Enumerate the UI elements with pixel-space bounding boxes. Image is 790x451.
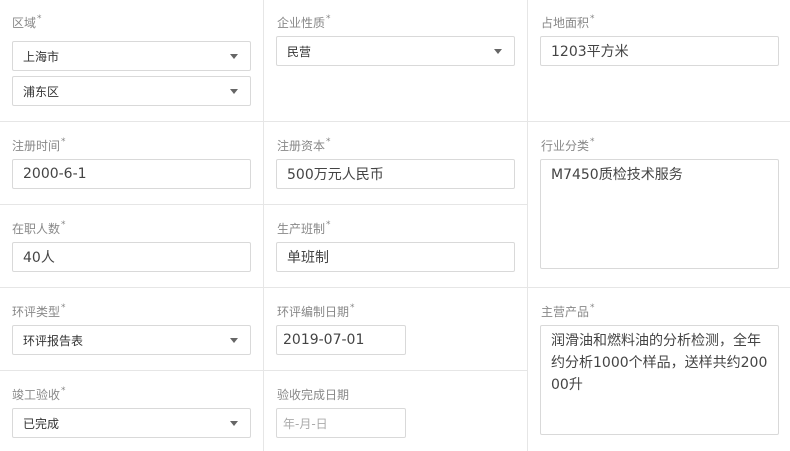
required-mark: * xyxy=(326,220,331,230)
registered-capital-value: 500万元人民币 xyxy=(287,167,384,183)
required-mark: * xyxy=(326,14,331,24)
employees-value: 40人 xyxy=(23,250,55,266)
eia-date-label: 环评编制日期* xyxy=(277,303,355,320)
registration-date-label: 注册时间* xyxy=(12,137,66,154)
chevron-down-icon xyxy=(230,338,238,343)
region-district-select[interactable]: 浦东区 xyxy=(12,76,251,106)
registered-capital-label: 注册资本* xyxy=(277,137,331,154)
industry-label-text: 行业分类 xyxy=(541,139,590,153)
enterprise-nature-value: 民营 xyxy=(287,44,312,59)
required-mark: * xyxy=(61,137,66,147)
enterprise-nature-label: 企业性质* xyxy=(277,14,331,31)
registered-capital-input[interactable]: 500万元人民币 xyxy=(276,159,515,189)
enterprise-nature-select[interactable]: 民营 xyxy=(276,36,515,66)
industry-textarea[interactable]: M7450质检技术服务 xyxy=(540,159,779,269)
registration-date-label-text: 注册时间 xyxy=(12,139,61,153)
shift-value: 单班制 xyxy=(287,250,329,266)
acceptance-label-text: 竣工验收 xyxy=(12,388,61,402)
region-city-value: 上海市 xyxy=(23,49,60,64)
eia-date-value: 2019-07-01 xyxy=(283,332,365,348)
main-products-textarea[interactable]: 润滑油和燃料油的分析检测，全年约分析1000个样品，送样共约20000升 xyxy=(540,325,779,435)
region-city-select[interactable]: 上海市 xyxy=(12,41,251,71)
acceptance-date-label-text: 验收完成日期 xyxy=(277,388,350,402)
chevron-down-icon xyxy=(230,89,238,94)
required-mark: * xyxy=(61,303,66,313)
eia-type-label-text: 环评类型 xyxy=(12,305,61,319)
enterprise-nature-label-text: 企业性质 xyxy=(277,16,326,30)
land-area-value: 1203平方米 xyxy=(551,44,629,60)
acceptance-label: 竣工验收* xyxy=(12,386,66,403)
main-products-label-text: 主营产品 xyxy=(541,305,590,319)
required-mark: * xyxy=(590,137,595,147)
acceptance-select[interactable]: 已完成 xyxy=(12,408,251,438)
acceptance-date-placeholder: 年-月-日 xyxy=(283,416,328,431)
required-mark: * xyxy=(350,303,355,313)
chevron-down-icon xyxy=(230,421,238,426)
land-area-input[interactable]: 1203平方米 xyxy=(540,36,779,66)
employees-label: 在职人数* xyxy=(12,220,66,237)
chevron-down-icon xyxy=(230,54,238,59)
required-mark: * xyxy=(37,14,42,24)
region-district-value: 浦东区 xyxy=(23,84,60,99)
shift-label-text: 生产班制 xyxy=(277,222,326,236)
required-mark: * xyxy=(326,137,331,147)
chevron-down-icon xyxy=(494,49,502,54)
required-mark: * xyxy=(61,386,66,396)
acceptance-date-label: 验收完成日期 xyxy=(277,386,349,403)
registration-date-value: 2000-6-1 xyxy=(23,166,87,182)
eia-type-select[interactable]: 环评报告表 xyxy=(12,325,251,355)
employees-label-text: 在职人数 xyxy=(12,222,61,236)
shift-label: 生产班制* xyxy=(277,220,331,237)
industry-value: M7450质检技术服务 xyxy=(551,167,683,183)
eia-date-label-text: 环评编制日期 xyxy=(277,305,350,319)
region-label-text: 区域 xyxy=(12,16,37,30)
registration-date-input[interactable]: 2000-6-1 xyxy=(12,159,251,189)
region-label: 区域* xyxy=(12,14,42,31)
required-mark: * xyxy=(61,220,66,230)
registered-capital-label-text: 注册资本 xyxy=(277,139,326,153)
land-area-label-text: 占地面积 xyxy=(541,16,590,30)
acceptance-value: 已完成 xyxy=(23,416,60,431)
shift-input[interactable]: 单班制 xyxy=(276,242,515,272)
eia-type-value: 环评报告表 xyxy=(23,333,84,348)
main-products-value: 润滑油和燃料油的分析检测，全年约分析1000个样品，送样共约20000升 xyxy=(551,333,768,393)
required-mark: * xyxy=(590,14,595,24)
land-area-label: 占地面积* xyxy=(541,14,595,31)
eia-date-input[interactable]: 2019-07-01 xyxy=(276,325,406,355)
industry-label: 行业分类* xyxy=(541,137,595,154)
eia-type-label: 环评类型* xyxy=(12,303,66,320)
acceptance-date-input[interactable]: 年-月-日 xyxy=(276,408,406,438)
main-products-label: 主营产品* xyxy=(541,303,595,320)
required-mark: * xyxy=(590,303,595,313)
employees-input[interactable]: 40人 xyxy=(12,242,251,272)
